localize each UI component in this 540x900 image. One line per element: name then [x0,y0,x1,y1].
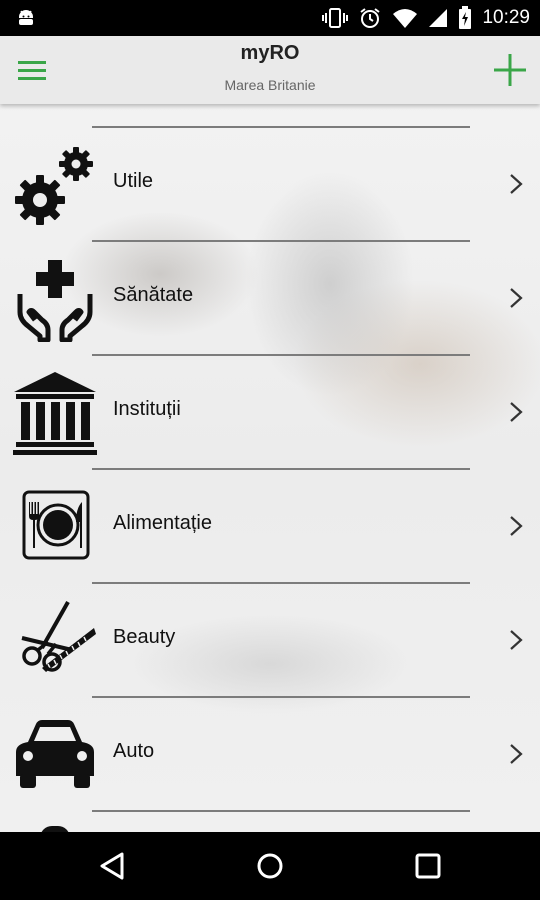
chevron-right-icon [510,516,523,536]
app-bar: myRO Marea Britanie [0,36,540,104]
category-beauty[interactable]: Beauty [0,584,540,696]
divider [92,810,470,812]
health-hands-icon [17,260,93,342]
app-title: myRO [240,42,300,64]
category-label: Alimentație [113,512,212,534]
battery-icon [459,6,472,29]
plate-cutlery-icon [22,490,90,560]
institution-icon [13,372,97,455]
category-label: Auto [113,740,155,762]
status-bar: 10:29 [0,0,540,36]
category-sanatate[interactable]: Sănătate [0,242,540,354]
category-label: Sănătate [113,284,194,306]
clock-time: 10:29 [482,7,530,28]
scissors-comb-icon [21,601,96,672]
location-subtitle: Marea Britanie [224,77,316,93]
chevron-right-icon [510,402,523,422]
chevron-right-icon [510,630,523,650]
category-label: Utile [113,170,154,192]
wifi-icon [393,9,418,28]
gears-icon [15,147,93,225]
chevron-right-icon [510,174,523,194]
home-icon[interactable] [254,850,286,882]
add-icon[interactable] [492,52,528,88]
signal-icon [429,9,448,27]
chevron-right-icon [510,288,523,308]
car-icon [16,720,94,788]
chevron-right-icon [510,744,523,764]
category-label: Instituții [113,398,181,420]
category-list: Utile Sănătate Instituții Alimentație Be… [0,104,540,832]
android-debug-icon [19,10,33,25]
category-institutii[interactable]: Instituții [0,356,540,468]
category-auto[interactable]: Auto [0,698,540,810]
vibrate-icon [322,8,349,28]
category-label: Beauty [113,626,176,648]
alarm-icon [360,8,381,28]
category-alimentatie[interactable]: Alimentație [0,470,540,582]
recents-icon[interactable] [412,850,444,882]
navigation-bar [0,832,540,900]
back-icon[interactable] [96,850,128,882]
category-utile[interactable]: Utile [0,128,540,240]
